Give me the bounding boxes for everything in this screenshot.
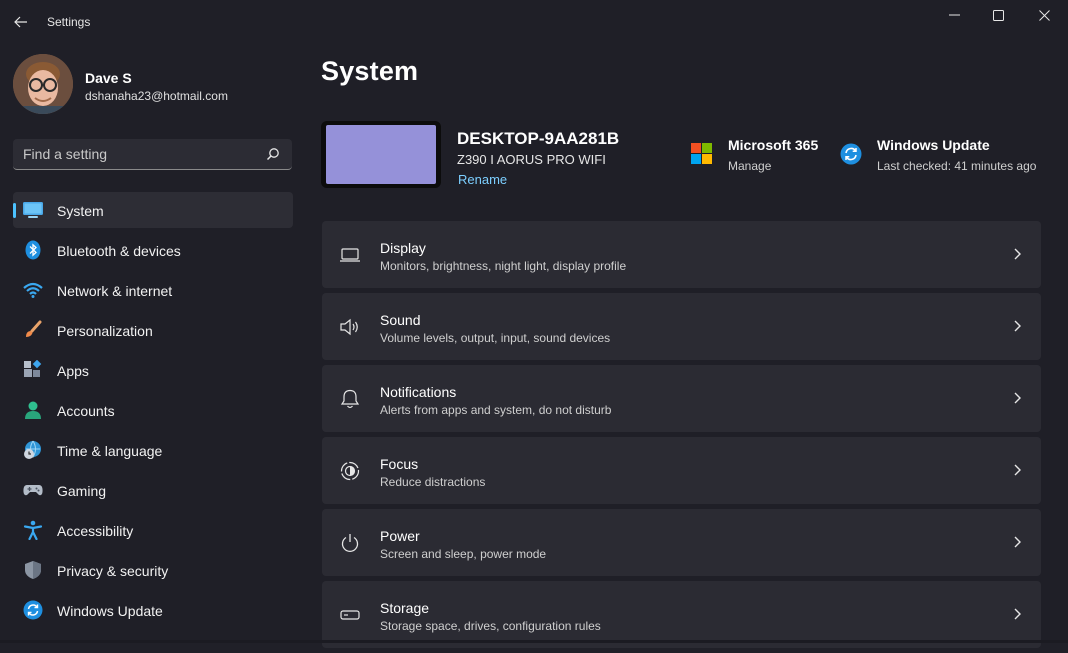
page-title: System — [321, 56, 419, 86]
bluetooth-icon — [25, 240, 41, 260]
sidebar-item-windows-update[interactable]: Windows Update — [13, 592, 293, 628]
power-icon — [341, 534, 359, 552]
user-email: dshanaha23@hotmail.com — [85, 89, 228, 103]
focus-icon — [340, 461, 360, 481]
chevron-right-icon — [1014, 536, 1021, 548]
minimize-button[interactable] — [931, 0, 977, 30]
quick-link-subtitle: Manage — [728, 159, 772, 173]
card-title: Sound — [380, 312, 421, 328]
card-subtitle: Volume levels, output, input, sound devi… — [380, 331, 611, 345]
close-icon — [1038, 9, 1050, 21]
card-title: Power — [380, 528, 420, 544]
sidebar-item-privacy-security[interactable]: Privacy & security — [13, 552, 293, 588]
title-bar: Settings — [0, 0, 1068, 44]
sidebar-item-bluetooth[interactable]: Bluetooth & devices — [13, 232, 293, 268]
monitor-icon — [340, 248, 360, 262]
card-title: Notifications — [380, 384, 457, 400]
storage-icon — [340, 610, 360, 620]
sidebar-item-label: Time & language — [57, 443, 163, 459]
chevron-right-icon — [1014, 320, 1021, 332]
sidebar-nav: System Bluetooth & devices Network & int… — [13, 192, 293, 632]
card-title: Display — [380, 240, 426, 256]
card-sound[interactable]: Sound Volume levels, output, input, soun… — [322, 293, 1041, 360]
brush-icon — [26, 320, 42, 337]
card-subtitle: Reduce distractions — [380, 475, 486, 489]
quick-link-title: Microsoft 365 — [728, 137, 819, 153]
sidebar-item-label: Bluetooth & devices — [57, 243, 181, 259]
microsoft-logo-icon — [691, 143, 712, 164]
sidebar-item-system[interactable]: System — [13, 192, 293, 228]
user-name: Dave S — [85, 70, 132, 86]
card-storage[interactable]: Storage Storage space, drives, configura… — [322, 581, 1041, 648]
card-display[interactable]: Display Monitors, brightness, night ligh… — [322, 221, 1041, 288]
card-subtitle: Alerts from apps and system, do not dist… — [380, 403, 612, 417]
arrow-left-icon — [14, 16, 27, 28]
sidebar-item-label: Gaming — [57, 483, 107, 499]
minimize-icon — [948, 14, 960, 16]
sidebar-item-label: Accounts — [57, 403, 115, 419]
sidebar-item-gaming[interactable]: Gaming — [13, 472, 293, 508]
speaker-icon — [340, 318, 358, 336]
person-icon — [25, 401, 41, 419]
app-title: Settings — [47, 15, 91, 29]
back-button[interactable] — [8, 9, 34, 35]
sidebar-item-label: Windows Update — [57, 603, 163, 619]
sidebar-item-accounts[interactable]: Accounts — [13, 392, 293, 428]
accessibility-icon — [23, 520, 43, 540]
card-subtitle: Monitors, brightness, night light, displ… — [380, 259, 627, 273]
bell-icon — [340, 389, 360, 409]
sidebar-item-label: System — [57, 203, 104, 219]
gamepad-icon — [23, 485, 43, 496]
sidebar-item-network[interactable]: Network & internet — [13, 272, 293, 308]
search-icon[interactable] — [266, 147, 280, 161]
device-name: DESKTOP-9AA281B — [457, 129, 620, 148]
quick-link-subtitle: Last checked: 41 minutes ago — [877, 159, 1037, 173]
rename-link[interactable]: Rename — [458, 172, 507, 187]
chevron-right-icon — [1014, 464, 1021, 476]
chevron-right-icon — [1014, 392, 1021, 404]
search-box[interactable] — [13, 139, 292, 170]
maximize-button[interactable] — [975, 0, 1021, 30]
globe-clock-icon — [24, 440, 41, 459]
apps-icon — [24, 360, 42, 377]
quick-link-title: Windows Update — [877, 137, 990, 153]
sidebar-item-label: Network & internet — [57, 283, 173, 299]
card-power[interactable]: Power Screen and sleep, power mode — [322, 509, 1041, 576]
sidebar-item-label: Privacy & security — [57, 563, 169, 579]
card-subtitle: Screen and sleep, power mode — [380, 547, 547, 561]
device-model: Z390 I AORUS PRO WIFI — [457, 152, 606, 167]
shield-icon — [25, 561, 41, 579]
search-input[interactable] — [23, 139, 253, 169]
settings-window: Settings Dave S dshanaha23@hotmail.com F… — [0, 0, 1068, 648]
sidebar-item-accessibility[interactable]: Accessibility — [13, 512, 293, 548]
sidebar-item-time-language[interactable]: Time & language — [13, 432, 293, 468]
chevron-right-icon — [1014, 248, 1021, 260]
desktop-wallpaper-preview — [326, 125, 436, 184]
sidebar-item-label: Personalization — [57, 323, 153, 339]
wifi-icon — [23, 282, 43, 298]
sidebar-item-personalization[interactable]: Personalization — [13, 312, 293, 348]
display-icon — [23, 202, 43, 218]
card-title: Focus — [380, 456, 419, 472]
card-title: Storage — [380, 600, 430, 616]
avatar[interactable] — [13, 54, 73, 114]
update-icon — [23, 600, 43, 620]
sidebar-item-label: Apps — [57, 363, 89, 379]
chevron-right-icon — [1014, 608, 1021, 620]
device-thumbnail — [321, 121, 441, 188]
close-button[interactable] — [1021, 0, 1067, 30]
sidebar-item-label: Accessibility — [57, 523, 134, 539]
card-focus[interactable]: Focus Reduce distractions — [322, 437, 1041, 504]
settings-cards: Display Monitors, brightness, night ligh… — [322, 221, 1041, 653]
card-notifications[interactable]: Notifications Alerts from apps and syste… — [322, 365, 1041, 432]
maximize-icon — [992, 9, 1004, 21]
update-icon — [840, 143, 862, 165]
card-subtitle: Storage space, drives, configuration rul… — [380, 619, 601, 633]
sidebar-item-apps[interactable]: Apps — [13, 352, 293, 388]
avatar-photo — [13, 54, 73, 114]
